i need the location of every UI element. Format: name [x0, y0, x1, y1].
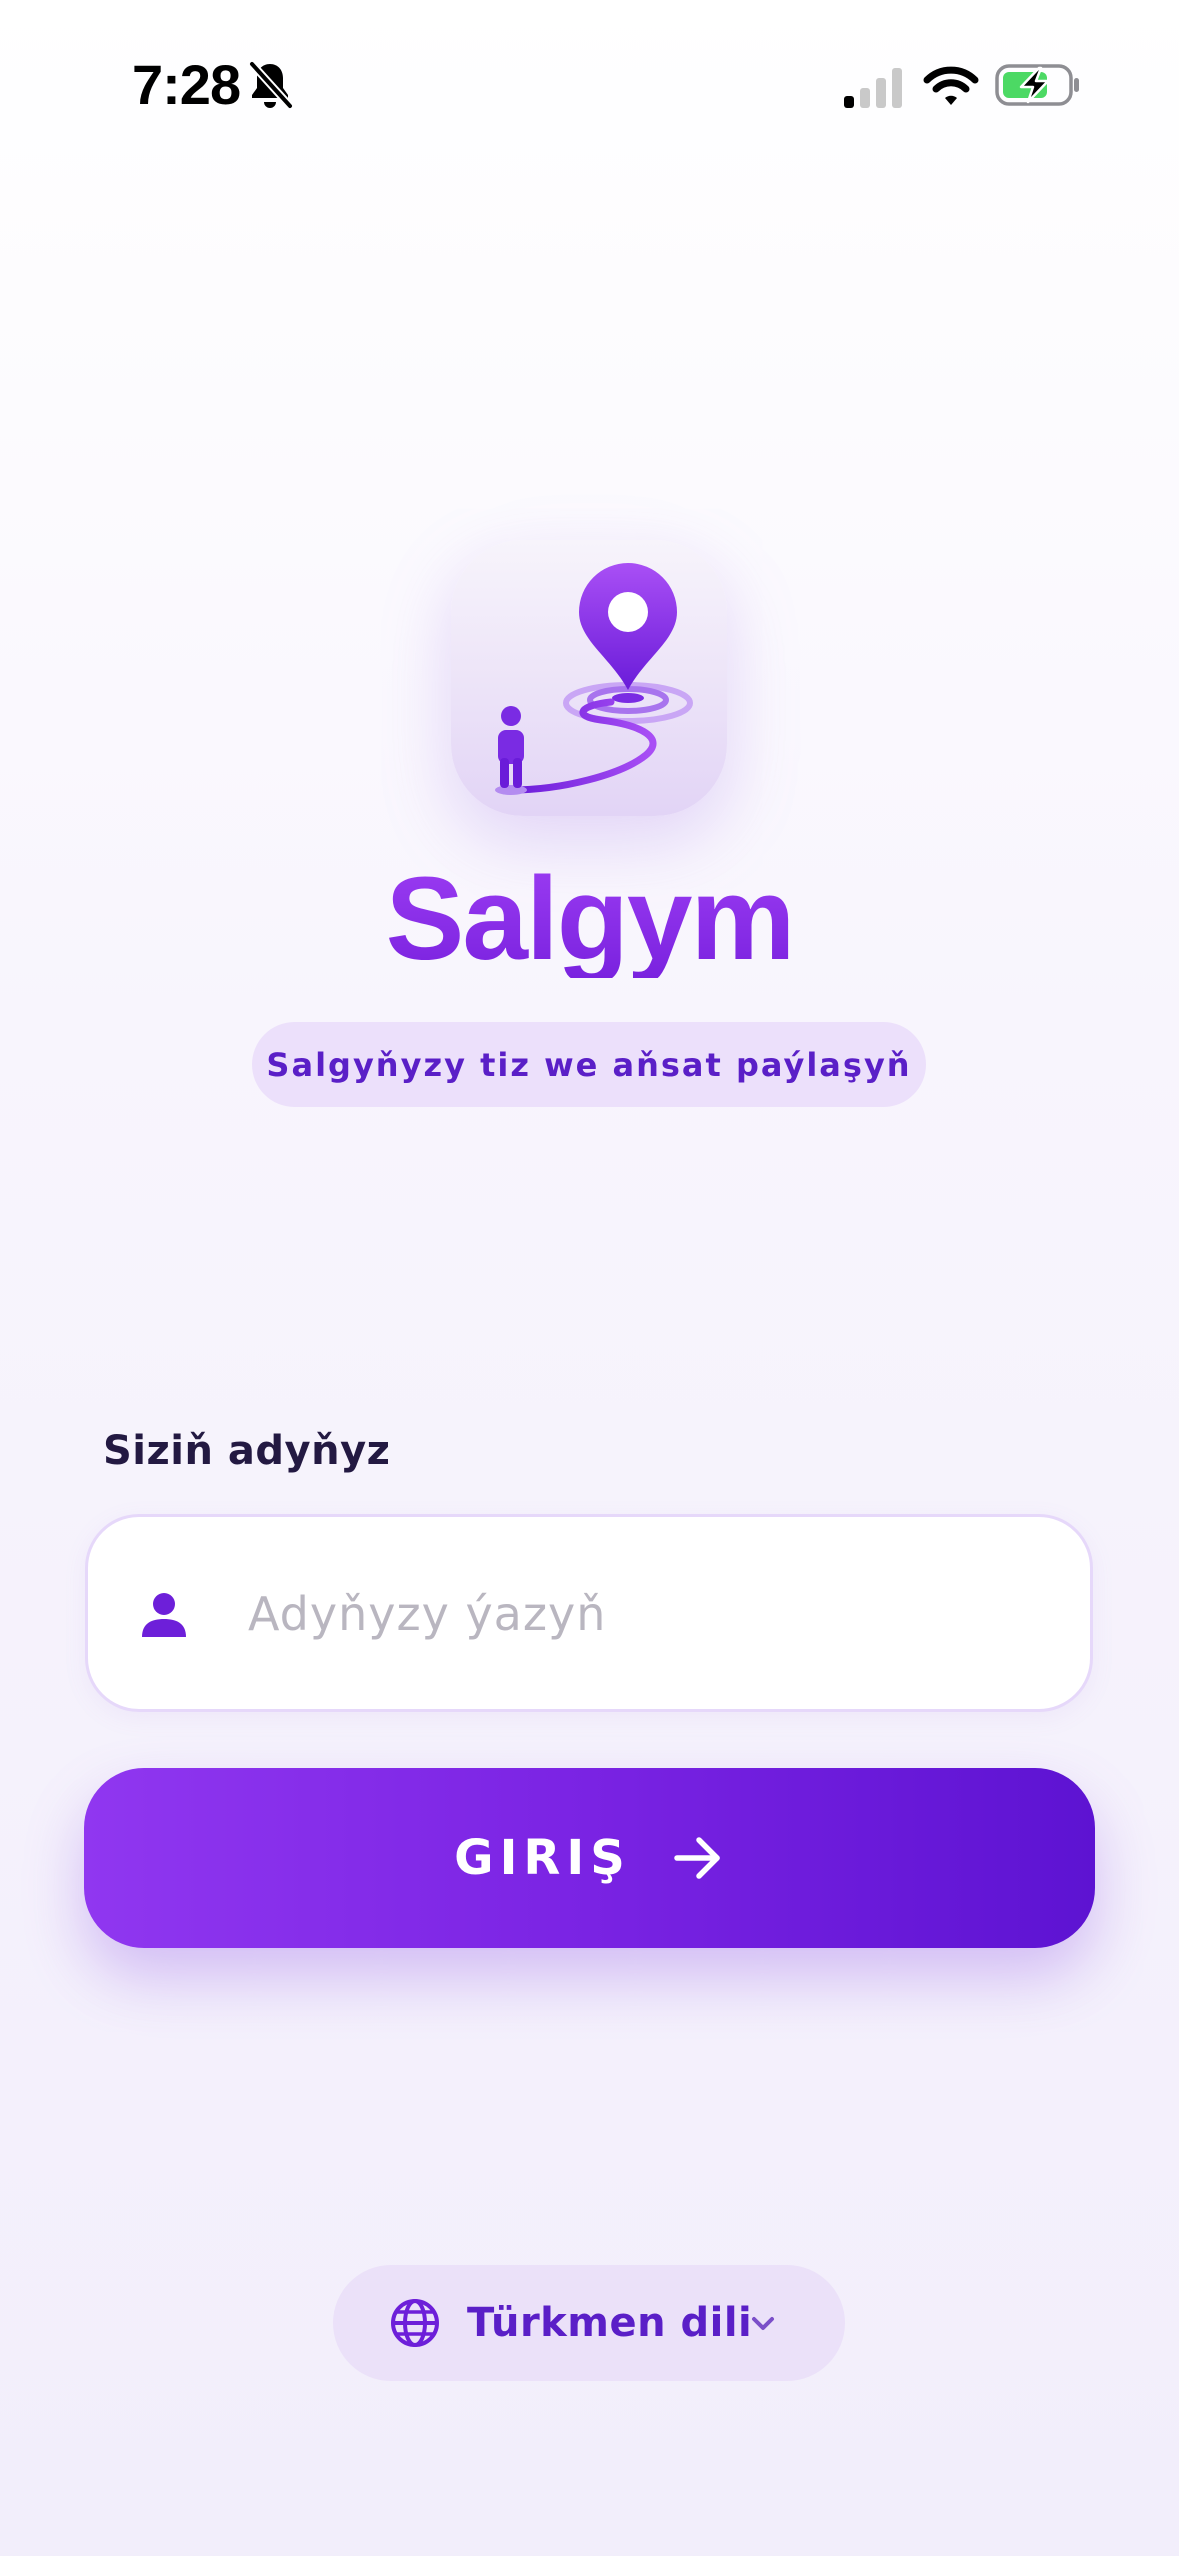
location-pin-path-icon: [495, 563, 693, 795]
language-label: Türkmen dili: [467, 2300, 753, 2346]
app-logo: [451, 540, 727, 816]
tagline-badge: Salgyňyzy tiz we aňsat paýlaşyň: [252, 1022, 926, 1107]
arrow-right-icon: [674, 1837, 720, 1879]
user-icon: [142, 1593, 186, 1637]
cellular-signal-icon: [844, 68, 902, 108]
chevron-down-icon: [752, 2317, 774, 2330]
globe-icon: [391, 2299, 439, 2347]
language-selector[interactable]: Türkmen dili: [333, 2265, 845, 2381]
bell-slash-icon: [249, 61, 293, 109]
login-button-label: GIRIŞ: [454, 1830, 631, 1886]
wifi-icon: [923, 66, 979, 105]
status-time: 7:28: [132, 53, 241, 116]
battery-charging-icon: [995, 64, 1079, 106]
login-button[interactable]: GIRIŞ: [84, 1768, 1095, 1948]
name-input[interactable]: [248, 1557, 1048, 1671]
name-field-label: Siziň adyňyz: [103, 1428, 391, 1474]
app-title: Salgym: [0, 860, 1179, 978]
name-field[interactable]: [85, 1514, 1093, 1712]
status-bar: 7:28: [0, 0, 1179, 175]
